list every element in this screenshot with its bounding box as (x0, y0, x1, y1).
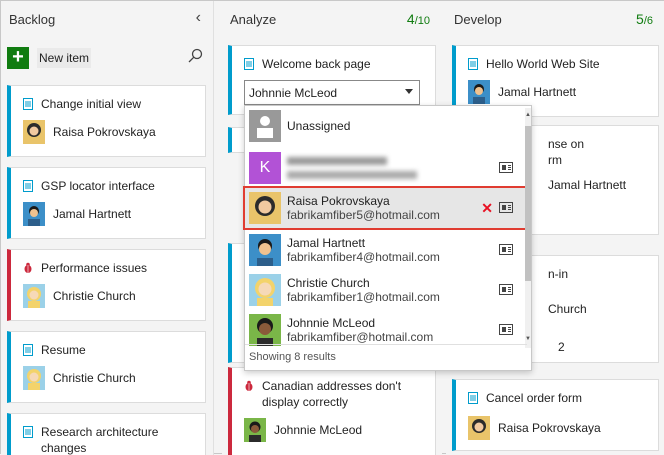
identity-picker-dropdown: Unassigned K Raisa Pokrovskaya fabrikamf… (243, 105, 532, 371)
kanban-board: Backlog ‹ + New item Change initial view… (0, 0, 664, 455)
contact-card-icon[interactable] (499, 202, 513, 213)
work-item-card[interactable]: Research architecture changes (7, 413, 206, 455)
card-title: Performance issues (41, 261, 148, 275)
avatar (249, 234, 281, 266)
scroll-thumb[interactable] (525, 126, 531, 281)
dropdown-item[interactable]: Jamal Hartnett fabrikamfiber4@hotmail.co… (245, 230, 527, 270)
wip-count: 5/6 (636, 11, 653, 27)
avatar (23, 366, 45, 390)
dropdown-item-email: fabrikamfiber1@hotmail.com (287, 290, 440, 304)
scroll-down-icon[interactable]: ▼ (525, 336, 531, 342)
user-story-icon (244, 58, 254, 70)
work-item-card[interactable]: Canadian addresses don't display correct… (228, 367, 436, 455)
dropdown-scrollbar[interactable]: ▲ ▼ (525, 108, 531, 348)
contact-card-icon[interactable] (499, 284, 513, 295)
assignee-name: Jamal Hartnett (498, 85, 577, 99)
avatar (23, 120, 45, 144)
user-story-icon (23, 98, 33, 110)
card-title: Research architecture changes (41, 425, 159, 455)
contact-card-icon[interactable] (499, 162, 513, 173)
scroll-up-icon[interactable]: ▲ (525, 112, 531, 118)
user-story-icon (23, 426, 33, 438)
search-icon[interactable] (187, 48, 203, 64)
assignee-name: Raisa Pokrovskaya (53, 125, 156, 139)
card-title-line2: rm (548, 153, 562, 167)
dropdown-item-email: fabrikamfiber4@hotmail.com (287, 250, 440, 264)
dropdown-item[interactable]: Christie Church fabrikamfiber1@hotmail.c… (245, 270, 527, 310)
card-title: Canadian addresses don't display correct… (262, 379, 402, 409)
avatar (249, 192, 281, 224)
card-title: Change initial view (41, 97, 142, 111)
bug-icon (245, 380, 253, 391)
assignee-name: Jamal Hartnett (53, 207, 132, 221)
redacted-identity (287, 157, 417, 179)
work-item-card[interactable]: Performance issues Christie Church (7, 249, 206, 321)
assigned-to-value: Johnnie McLeod (249, 85, 338, 100)
work-item-card[interactable]: Resume Christie Church (7, 331, 206, 403)
avatar (249, 274, 281, 306)
bug-icon (24, 262, 32, 273)
assignee-name: Johnnie McLeod (274, 423, 363, 437)
user-story-icon (468, 58, 478, 70)
avatar (468, 416, 490, 440)
dropdown-item-name: Jamal Hartnett (287, 236, 366, 250)
assignee-name: Christie Church (53, 371, 136, 385)
remove-icon[interactable]: ✕ (481, 200, 493, 217)
column-header-analyze: Analyze 4/10 (222, 1, 442, 37)
dropdown-item-name: Christie Church (287, 276, 370, 290)
column-title: Develop (454, 11, 502, 27)
plus-icon: + (7, 47, 29, 69)
column-title: Backlog (9, 11, 56, 27)
dropdown-item[interactable]: K (245, 148, 527, 188)
column-header-backlog: Backlog ‹ (1, 1, 213, 37)
work-item-card[interactable]: Change initial view Raisa Pokrovskaya (7, 85, 206, 157)
user-story-icon (468, 392, 478, 404)
column-title: Analyze (230, 11, 277, 27)
column-header-develop: Develop 5/6 (446, 1, 664, 37)
dropdown-item-selected[interactable]: Raisa Pokrovskaya fabrikamfiber5@hotmail… (243, 186, 529, 230)
results-count: Showing 8 results (245, 344, 527, 370)
assigned-to-field[interactable]: Johnnie McLeod (244, 80, 420, 105)
card-title: n-in (548, 267, 569, 281)
user-story-icon (23, 180, 33, 192)
contact-card-icon[interactable] (499, 324, 513, 335)
chevron-left-icon[interactable]: ‹ (196, 9, 201, 27)
avatar (23, 202, 45, 226)
work-item-card[interactable]: GSP locator interface Jamal Hartnett (7, 167, 206, 239)
chevron-down-icon[interactable] (405, 89, 413, 94)
assignee-name: Christie Church (53, 289, 136, 303)
dropdown-item-name: Raisa Pokrovskaya (287, 194, 390, 208)
avatar: K (249, 152, 281, 184)
avatar (468, 80, 490, 104)
column-backlog: Backlog ‹ + New item Change initial view… (1, 1, 214, 455)
wip-count: 4/10 (406, 11, 430, 27)
contact-card-icon[interactable] (499, 244, 513, 255)
card-title: Cancel order form (486, 391, 583, 405)
assignee-name: Raisa Pokrovskaya (498, 421, 601, 435)
assignee-name: Church (548, 302, 587, 316)
dropdown-item-email: fabrikamfiber@hotmail.com (287, 330, 434, 344)
dropdown-item-email: fabrikamfiber5@hotmail.com (287, 208, 440, 222)
new-item-label: New item (37, 48, 92, 68)
card-title: nse on (548, 137, 585, 151)
card-title: Hello World Web Site (486, 57, 600, 71)
avatar (244, 418, 266, 442)
dropdown-item-unassigned[interactable]: Unassigned (245, 106, 527, 146)
dropdown-item-name: Unassigned (287, 119, 351, 133)
unassigned-avatar (249, 110, 281, 142)
card-title: Welcome back page (262, 57, 371, 71)
avatar (249, 314, 281, 346)
new-item-button[interactable]: + New item (7, 47, 92, 69)
item-count: 2 (558, 340, 565, 354)
avatar (23, 284, 45, 308)
assignee-name: Jamal Hartnett (548, 178, 627, 192)
work-item-card[interactable]: Cancel order form Raisa Pokrovskaya (452, 379, 659, 451)
user-story-icon (23, 344, 33, 356)
card-title: Resume (41, 343, 86, 357)
dropdown-item-name: Johnnie McLeod (287, 316, 376, 330)
card-title: GSP locator interface (41, 179, 155, 193)
